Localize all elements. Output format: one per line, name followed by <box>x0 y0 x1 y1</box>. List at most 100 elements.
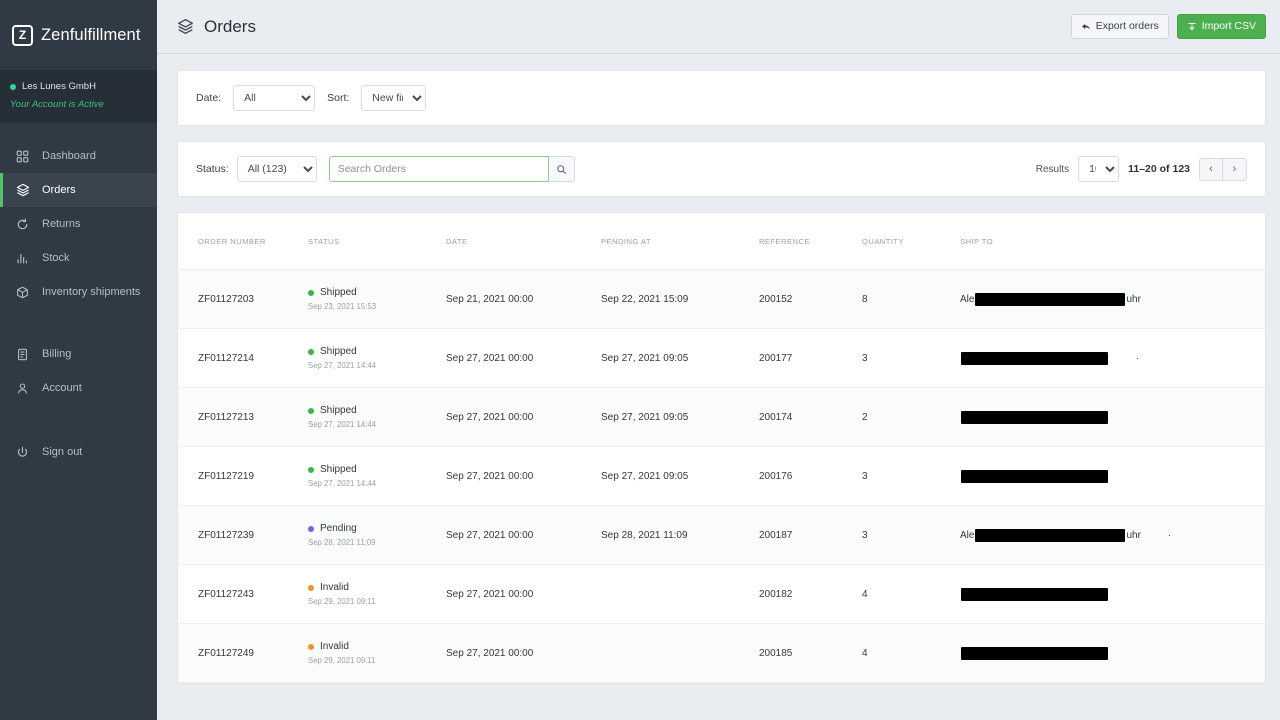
filters-card: Date: All Sort: New first <box>177 70 1266 126</box>
sidebar-item-stock[interactable]: Stock <box>0 241 157 275</box>
results-range-label: 11–20 of 123 <box>1128 163 1190 175</box>
status-label: Invalid <box>320 582 349 593</box>
import-csv-button[interactable]: Import CSV <box>1176 14 1266 39</box>
status-badge: Shipped <box>308 405 446 416</box>
account-status-label: Your Account is Active <box>10 99 104 110</box>
sidebar-item-returns[interactable]: Returns <box>0 207 157 241</box>
sidebar-item-orders[interactable]: Orders <box>0 173 157 207</box>
ship-to-prefix: Ale <box>960 529 975 541</box>
cell-status: Invalid Sep 29, 2021 09:11 <box>308 623 446 683</box>
sidebar-item-label: Returns <box>42 218 81 230</box>
ship-to-value: Ale uhr <box>960 292 1265 306</box>
sort-filter-label: Sort: <box>327 92 350 104</box>
status-dot-icon <box>308 643 314 650</box>
user-icon <box>15 382 30 395</box>
status-badge: Invalid <box>308 582 446 593</box>
sidebar: Z Zenfulfillment Les Lunes GmbH Your Acc… <box>0 0 157 720</box>
status-dot-icon <box>308 525 314 532</box>
table-row[interactable]: ZF01127203 Shipped Sep 23, 2021 15:53 Sep 2… <box>178 269 1265 329</box>
chevron-left-icon: ‹ <box>1209 163 1213 175</box>
account-company: Les Lunes GmbH <box>10 81 157 92</box>
search-icon <box>556 164 567 175</box>
table-row[interactable]: ZF01127219 Shipped Sep 27, 2021 14:44 Sep 2… <box>178 446 1265 506</box>
sort-filter-select[interactable]: New first <box>361 85 427 111</box>
cell-order-number: ZF01127243 <box>178 564 308 624</box>
next-page-button[interactable]: › <box>1223 157 1247 181</box>
table-row[interactable]: ZF01127243 Invalid Sep 29, 2021 09:11 Sep 2… <box>178 564 1265 624</box>
chevron-right-icon: › <box>1232 163 1237 175</box>
cell-status: Shipped Sep 27, 2021 14:44 <box>308 446 446 506</box>
arrow-back-icon <box>1081 22 1091 32</box>
cell-pending-at <box>601 564 759 624</box>
sidebar-item-label: Account <box>42 382 82 394</box>
table-row[interactable]: ZF01127239 Pending Sep 28, 2021 11:09 Sep 2… <box>178 505 1265 565</box>
status-timestamp: Sep 27, 2021 14:44 <box>308 361 377 370</box>
previous-page-button[interactable]: ‹ <box>1199 157 1223 181</box>
status-filter-select[interactable]: All (123) <box>236 156 317 182</box>
cell-quantity: 3 <box>862 505 960 565</box>
cell-date: Sep 27, 2021 00:00 <box>446 564 601 624</box>
table-row[interactable]: ZF01127249 Invalid Sep 29, 2021 09:11 Sep 2… <box>178 623 1265 683</box>
column-header-pending-at: PENDING AT <box>601 213 759 270</box>
results-per-page-select[interactable]: 10 <box>1078 156 1120 182</box>
cell-pending-at: Sep 27, 2021 09:05 <box>601 387 759 447</box>
sidebar-item-billing[interactable]: Billing <box>0 337 157 371</box>
status-timestamp: Sep 27, 2021 14:44 <box>308 420 377 429</box>
cell-reference: 200152 <box>759 269 862 329</box>
account-active-dot-icon <box>10 83 16 90</box>
account-company-label: Les Lunes GmbH <box>22 81 96 92</box>
status-dot-icon <box>308 289 314 296</box>
cell-order-number: ZF01127249 <box>178 623 308 683</box>
ship-to-extra: · <box>1167 529 1172 541</box>
ship-to-suffix: uhr <box>1126 529 1141 541</box>
topbar: Orders Export orders Import CSV <box>157 0 1280 54</box>
table-row[interactable]: ZF01127213 Shipped Sep 27, 2021 14:44 Sep 2… <box>178 387 1265 447</box>
table-row[interactable]: ZF01127214 Shipped Sep 27, 2021 14:44 Sep 2… <box>178 328 1265 388</box>
brand-logo[interactable]: Z Zenfulfillment <box>0 0 157 70</box>
cell-reference: 200177 <box>759 328 862 388</box>
pagination-buttons: ‹ › <box>1199 157 1247 181</box>
status-label: Shipped <box>320 405 357 416</box>
cell-status: Shipped Sep 23, 2021 15:53 <box>308 269 446 329</box>
nav-spacer-bottom <box>0 405 157 435</box>
sidebar-item-dashboard[interactable]: Dashboard <box>0 139 157 173</box>
column-header-quantity: QUANTITY <box>862 213 960 270</box>
sidebar-item-label: Orders <box>42 184 76 196</box>
cell-date: Sep 27, 2021 00:00 <box>446 446 601 506</box>
power-icon <box>15 446 30 459</box>
sidebar-item-sign-out[interactable]: Sign out <box>0 435 157 469</box>
redaction-bar <box>975 292 1126 306</box>
sidebar-item-label: Stock <box>42 252 70 264</box>
status-dot-icon <box>308 407 314 414</box>
search-input[interactable] <box>328 156 549 182</box>
import-csv-label: Import CSV <box>1201 20 1256 33</box>
cell-order-number: ZF01127239 <box>178 505 308 565</box>
date-filter-select[interactable]: All <box>233 85 316 111</box>
status-badge: Pending <box>308 523 446 534</box>
cell-ship-to: Ale uhr <box>960 269 1265 329</box>
cell-status: Pending Sep 28, 2021 11:09 <box>308 505 446 565</box>
status-label: Invalid <box>320 641 349 652</box>
refresh-icon <box>15 217 30 231</box>
cell-order-number: ZF01127219 <box>178 446 308 506</box>
redaction-bar <box>961 646 1108 660</box>
cell-pending-at <box>601 623 759 683</box>
orders-table-body: ZF01127203 Shipped Sep 23, 2021 15:53 Sep 2… <box>178 269 1265 683</box>
orders-table-head: ORDER NUMBER STATUS DATE PENDING AT REFE… <box>178 213 1265 270</box>
date-filter-label: Date: <box>196 92 222 104</box>
status-timestamp: Sep 27, 2021 14:44 <box>308 479 377 488</box>
sidebar-item-account[interactable]: Account <box>0 371 157 405</box>
ship-to-value <box>960 587 1265 601</box>
search-group <box>328 156 575 182</box>
cell-reference: 200187 <box>759 505 862 565</box>
search-submit-button[interactable] <box>548 156 575 182</box>
status-dot-icon <box>308 466 314 473</box>
status-timestamp: Sep 28, 2021 11:09 <box>308 538 376 547</box>
ship-to-prefix: Ale <box>960 293 975 305</box>
status-timestamp: Sep 29, 2021 09:11 <box>308 597 376 606</box>
status-label: Shipped <box>320 464 357 475</box>
status-badge: Shipped <box>308 346 446 357</box>
sidebar-item-inventory-shipments[interactable]: Inventory shipments <box>0 275 157 309</box>
export-orders-button[interactable]: Export orders <box>1070 14 1169 39</box>
ship-to-value: · <box>960 351 1265 365</box>
